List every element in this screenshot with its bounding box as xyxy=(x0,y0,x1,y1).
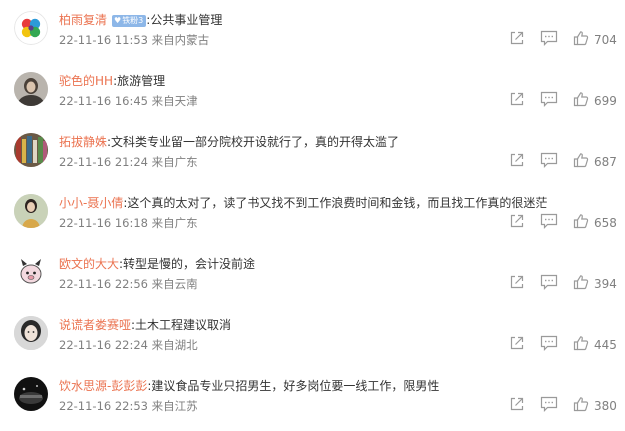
like-icon[interactable] xyxy=(573,274,589,292)
comment-actions xyxy=(0,152,625,170)
share-icon[interactable] xyxy=(509,30,525,48)
share-icon[interactable] xyxy=(509,152,525,170)
like-count: 699 xyxy=(594,94,617,108)
comment-item: 小小-聂小倩:这个真的太对了，读了书又找不到工作浪费时间和金钱，而且找工作真的很… xyxy=(0,194,625,255)
comment-line: 说谎者娄赛哑:土木工程建议取消 xyxy=(59,316,231,334)
username-link[interactable]: 驼色的HH xyxy=(59,74,113,88)
like-icon[interactable] xyxy=(573,213,589,231)
comment-item: 柏雨复清 ♥铁粉3:公共事业管理 22-11-16 11:53 来自内蒙古 704 xyxy=(0,11,625,72)
share-icon[interactable] xyxy=(509,396,525,414)
comment-icon[interactable] xyxy=(540,91,558,109)
comment-line: 柏雨复清 ♥铁粉3:公共事业管理 xyxy=(59,11,222,29)
comment-list: 柏雨复清 ♥铁粉3:公共事业管理 22-11-16 11:53 来自内蒙古 704 xyxy=(0,0,625,431)
like-count: 394 xyxy=(594,277,617,291)
comment-item: 说谎者娄赛哑:土木工程建议取消 22-11-16 22:24 来自湖北 445 xyxy=(0,316,625,377)
username-link[interactable]: 欧文的大大 xyxy=(59,257,119,271)
comment-text: :这个真的太对了，读了书又找不到工作浪费时间和金钱，而且找工作真的很迷茫 xyxy=(123,196,548,210)
like-icon[interactable] xyxy=(573,335,589,353)
comment-icon[interactable] xyxy=(540,335,558,353)
comment-line: 驼色的HH:旅游管理 xyxy=(59,72,165,90)
like-icon[interactable] xyxy=(573,30,589,48)
like-icon[interactable] xyxy=(573,396,589,414)
like-count: 380 xyxy=(594,399,617,413)
username-link[interactable]: 说谎者娄赛哑 xyxy=(59,318,131,332)
comment-actions xyxy=(0,396,625,414)
comment-icon[interactable] xyxy=(540,30,558,48)
username-link[interactable]: 饮水思源-彭彭彭 xyxy=(59,379,147,393)
comment-line: 饮水思源-彭彭彭:建议食品专业只招男生，好多岗位要一线工作，限男性 xyxy=(59,377,439,395)
like-count: 687 xyxy=(594,155,617,169)
share-icon[interactable] xyxy=(509,91,525,109)
comment-text: :建议食品专业只招男生，好多岗位要一线工作，限男性 xyxy=(147,379,440,393)
comment-item: 欧文的大大:转型是慢的，会计没前途 22-11-16 22:56 来自云南 39… xyxy=(0,255,625,316)
like-icon[interactable] xyxy=(573,91,589,109)
comment-line: 小小-聂小倩:这个真的太对了，读了书又找不到工作浪费时间和金钱，而且找工作真的很… xyxy=(59,194,547,212)
comment-line: 欧文的大大:转型是慢的，会计没前途 xyxy=(59,255,255,273)
heart-icon: ♥ xyxy=(114,16,122,25)
comment-text: :土木工程建议取消 xyxy=(131,318,232,332)
comment-text: :公共事业管理 xyxy=(146,13,223,27)
comment-item: 驼色的HH:旅游管理 22-11-16 16:45 来自天津 699 xyxy=(0,72,625,133)
like-icon[interactable] xyxy=(573,152,589,170)
share-icon[interactable] xyxy=(509,274,525,292)
comment-text: :旅游管理 xyxy=(113,74,166,88)
comment-item: 饮水思源-彭彭彭:建议食品专业只招男生，好多岗位要一线工作，限男性 22-11-… xyxy=(0,377,625,431)
comment-actions xyxy=(0,91,625,109)
like-count: 704 xyxy=(594,33,617,47)
comment-actions xyxy=(0,30,625,48)
comment-actions xyxy=(0,213,625,231)
comment-icon[interactable] xyxy=(540,152,558,170)
comment-icon[interactable] xyxy=(540,213,558,231)
fan-badge-label: 铁粉3 xyxy=(122,16,144,25)
username-link[interactable]: 小小-聂小倩 xyxy=(59,196,123,210)
username-link[interactable]: 拓拔静姝 xyxy=(59,135,107,149)
share-icon[interactable] xyxy=(509,335,525,353)
comment-icon[interactable] xyxy=(540,274,558,292)
comment-text: :转型是慢的，会计没前途 xyxy=(119,257,256,271)
fan-badge[interactable]: ♥铁粉3 xyxy=(112,15,147,27)
comment-actions xyxy=(0,274,625,292)
comment-item: 拓拔静姝:文科类专业留一部分院校开设就行了，真的开得太滥了 22-11-16 2… xyxy=(0,133,625,194)
comment-icon[interactable] xyxy=(540,396,558,414)
like-count: 658 xyxy=(594,216,617,230)
username-link[interactable]: 柏雨复清 xyxy=(59,13,107,27)
share-icon[interactable] xyxy=(509,213,525,231)
comment-actions xyxy=(0,335,625,353)
like-count: 445 xyxy=(594,338,617,352)
comment-line: 拓拔静姝:文科类专业留一部分院校开设就行了，真的开得太滥了 xyxy=(59,133,399,151)
comment-text: :文科类专业留一部分院校开设就行了，真的开得太滥了 xyxy=(107,135,400,149)
